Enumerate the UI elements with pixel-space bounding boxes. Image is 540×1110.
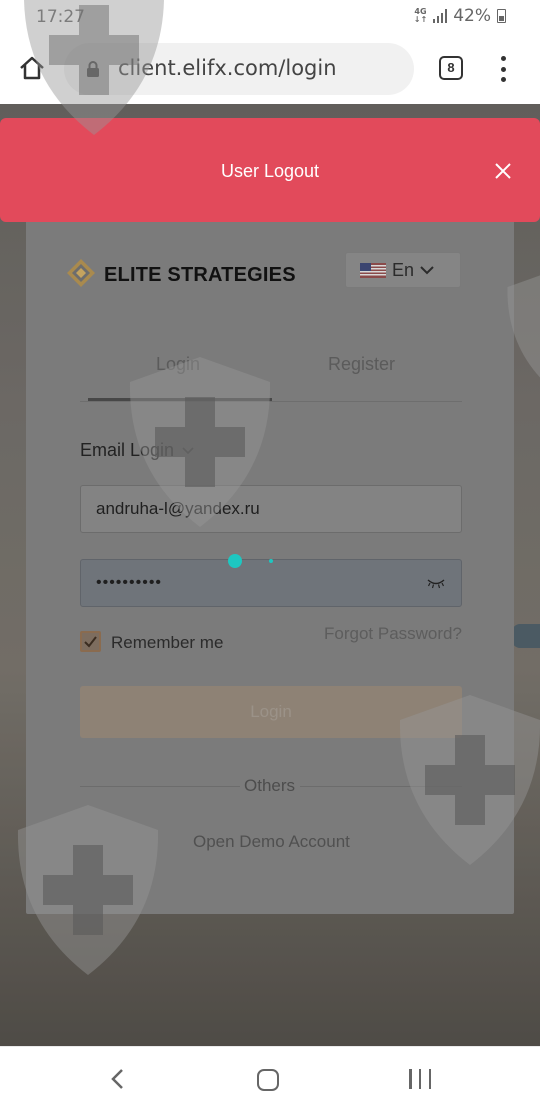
us-flag-icon (360, 262, 386, 278)
back-icon[interactable] (108, 1067, 128, 1091)
loading-indicator-dot (269, 559, 273, 563)
status-indicators: 4G ↓↑ 42% (414, 6, 506, 26)
home-nav-icon[interactable] (257, 1069, 279, 1091)
network-type: 4G (414, 7, 427, 16)
brand-name: ELITE STRATEGIES (104, 264, 296, 286)
remember-me-checkbox[interactable] (80, 631, 101, 652)
status-bar: 17:27 4G ↓↑ 42% (0, 0, 540, 34)
eye-closed-icon[interactable] (427, 577, 445, 589)
password-field-wrapper (80, 559, 462, 607)
tab-register[interactable]: Register (328, 354, 395, 375)
login-type-label: Email Login (80, 440, 175, 460)
language-selector[interactable]: En (345, 252, 461, 288)
background-decoration (512, 624, 540, 648)
home-icon[interactable] (18, 54, 46, 82)
browser-toolbar: client.elifx.com/login 8 (0, 34, 540, 104)
chevron-down-icon (420, 266, 434, 275)
others-divider-left (80, 786, 240, 787)
others-label: Others (244, 776, 296, 795)
status-time: 17:27 (36, 7, 85, 27)
checkmark-icon (84, 636, 97, 648)
loading-indicator (228, 554, 242, 568)
url-text: client.elifx.com/login (118, 56, 337, 80)
active-tab-indicator (88, 398, 272, 401)
page-backdrop: ELITE STRATEGIES En Login Register Email… (0, 104, 540, 1046)
logout-notification: User Logout (0, 118, 540, 222)
elite-strategies-logo-icon (67, 259, 95, 287)
battery-icon (497, 9, 506, 23)
notification-message: User Logout (220, 161, 320, 181)
tab-divider (80, 401, 462, 402)
chevron-down-icon (182, 446, 194, 454)
language-label: En (392, 259, 415, 280)
login-button[interactable]: Login (80, 686, 462, 738)
battery-percent: 42% (453, 6, 491, 26)
tab-login[interactable]: Login (156, 354, 200, 375)
android-nav-bar (0, 1046, 540, 1110)
network-icon: 4G ↓↑ (413, 7, 428, 24)
login-type-dropdown[interactable]: Email Login (80, 440, 194, 461)
recents-icon[interactable] (409, 1069, 431, 1089)
lock-icon (87, 61, 99, 77)
email-field[interactable] (81, 486, 461, 532)
signal-icon (433, 9, 448, 23)
close-icon[interactable] (492, 160, 514, 182)
others-divider-right (300, 786, 462, 787)
tab-switcher-button[interactable]: 8 (439, 56, 463, 80)
browser-menu-icon[interactable] (496, 56, 510, 82)
open-demo-account-link[interactable]: Open Demo Account (193, 832, 350, 852)
forgot-password-link[interactable]: Forgot Password? (324, 624, 462, 644)
password-field[interactable] (81, 560, 461, 606)
address-bar[interactable]: client.elifx.com/login (64, 43, 414, 95)
email-field-wrapper (80, 485, 462, 533)
remember-me-label: Remember me (111, 633, 224, 652)
